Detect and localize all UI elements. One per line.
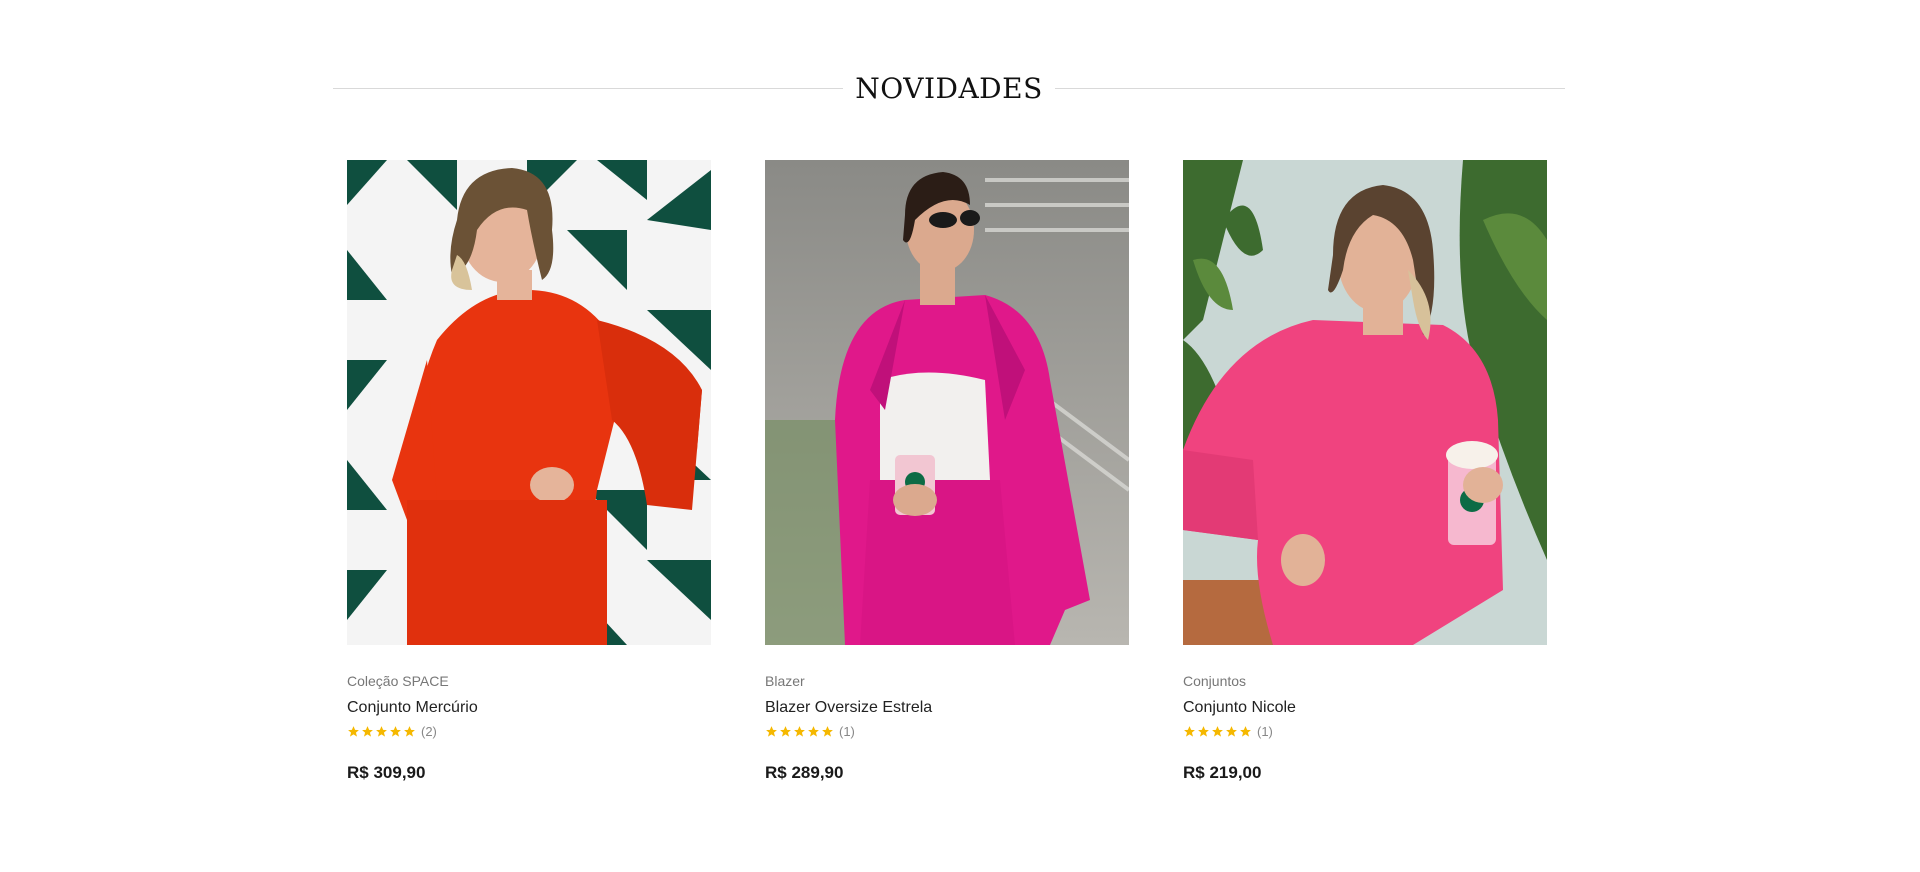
star-icon xyxy=(1226,725,1237,737)
product-category[interactable]: Conjuntos xyxy=(1183,673,1547,689)
product-image[interactable] xyxy=(347,160,711,645)
product-price: R$ 219,00 xyxy=(1183,763,1262,782)
product-grid: Coleção SPACE Conjunto Mercúrio (2) R$ 3… xyxy=(347,160,1547,800)
product-photo-blazer-estrela xyxy=(765,160,1129,645)
section-heading: NOVIDADES xyxy=(333,68,1566,108)
star-icon xyxy=(1198,725,1209,737)
product-rating: (2) xyxy=(347,723,711,739)
rating-stars xyxy=(347,725,417,738)
product-photo-mercurio xyxy=(347,160,711,645)
heading-divider-left xyxy=(333,87,844,89)
rating-stars xyxy=(1183,725,1253,738)
star-icon xyxy=(780,725,791,737)
product-image[interactable] xyxy=(765,160,1129,645)
star-icon xyxy=(794,725,805,737)
product-card[interactable]: Conjuntos Conjunto Nicole (1) R$ 219,00 xyxy=(1183,160,1547,783)
star-icon xyxy=(1184,725,1195,737)
product-name[interactable]: Blazer Oversize Estrela xyxy=(765,698,1129,718)
star-icon xyxy=(822,725,833,737)
product-category[interactable]: Coleção SPACE xyxy=(347,673,711,689)
star-icon xyxy=(348,725,359,737)
star-icon xyxy=(808,725,819,737)
product-name[interactable]: Conjunto Mercúrio xyxy=(347,698,711,718)
star-icon xyxy=(766,725,777,737)
product-price: R$ 309,90 xyxy=(347,763,426,782)
product-card[interactable]: Blazer Blazer Oversize Estrela (1) R$ 28… xyxy=(765,160,1129,783)
product-name[interactable]: Conjunto Nicole xyxy=(1183,698,1547,718)
heading-divider-right xyxy=(1054,87,1566,89)
product-photo-nicole xyxy=(1183,160,1547,645)
star-icon xyxy=(390,725,401,737)
product-image[interactable] xyxy=(1183,160,1547,645)
rating-count: (2) xyxy=(421,723,437,739)
star-icon xyxy=(1240,725,1251,737)
star-icon xyxy=(376,725,387,737)
product-price: R$ 289,90 xyxy=(765,763,844,782)
star-icon xyxy=(404,725,415,737)
product-card[interactable]: Coleção SPACE Conjunto Mercúrio (2) R$ 3… xyxy=(347,160,711,783)
product-rating: (1) xyxy=(765,723,1129,739)
star-icon xyxy=(362,725,373,737)
rating-count: (1) xyxy=(839,723,855,739)
section-title: NOVIDADES xyxy=(855,71,1043,105)
rating-count: (1) xyxy=(1257,723,1273,739)
new-arrivals-section: NOVIDADES Coleção SPACE Conjunto Mercúri… xyxy=(0,0,1920,872)
star-icon xyxy=(1212,725,1223,737)
product-category[interactable]: Blazer xyxy=(765,673,1129,689)
rating-stars xyxy=(765,725,835,738)
product-rating: (1) xyxy=(1183,723,1547,739)
